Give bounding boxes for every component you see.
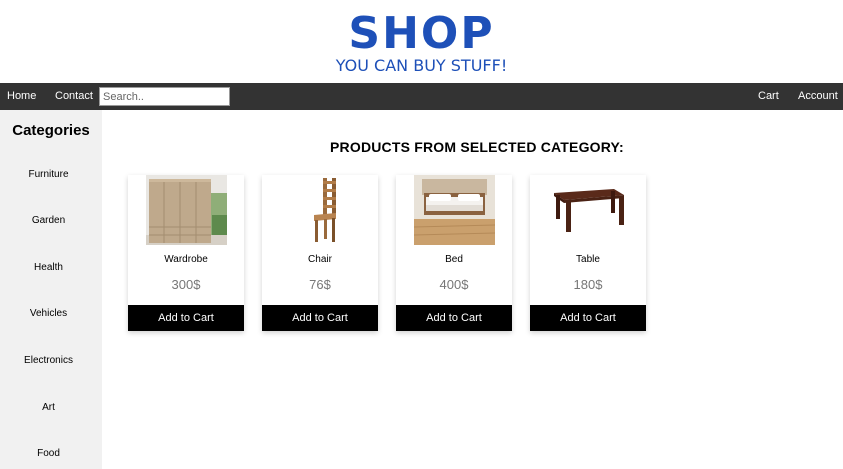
product-price: 400$ — [439, 277, 469, 292]
product-name: Wardrobe — [164, 254, 208, 265]
add-to-cart-button[interactable]: Add to Cart — [262, 305, 378, 331]
product-price: 300$ — [171, 277, 201, 292]
sidebar-title: Categories — [12, 122, 90, 139]
add-to-cart-button[interactable]: Add to Cart — [396, 305, 512, 331]
product-card: Bed 400$ Add to Cart — [396, 175, 512, 331]
sidebar-item-electronics[interactable]: Electronics — [0, 354, 97, 368]
category-sidebar: Categories Furniture Garden Health Vehic… — [0, 110, 102, 469]
sidebar-item-furniture[interactable]: Furniture — [0, 168, 97, 182]
navbar: Home Contact Cart Account — [0, 83, 843, 110]
logo-subtitle: YOU CAN BUY STUFF! — [335, 56, 508, 75]
sidebar-item-vehicles[interactable]: Vehicles — [0, 307, 97, 321]
product-name: Bed — [445, 254, 463, 265]
product-card: Wardrobe 300$ Add to Cart — [128, 175, 244, 331]
product-name: Table — [576, 254, 600, 265]
nav-account-link[interactable]: Account — [798, 83, 838, 110]
product-name: Chair — [308, 254, 332, 265]
sidebar-item-health[interactable]: Health — [0, 261, 97, 275]
bed-image — [414, 175, 495, 245]
add-to-cart-button[interactable]: Add to Cart — [530, 305, 646, 331]
nav-contact-link[interactable]: Contact — [55, 83, 93, 110]
products-heading: PRODUCTS FROM SELECTED CATEGORY: — [330, 139, 624, 155]
sidebar-item-garden[interactable]: Garden — [0, 214, 97, 228]
nav-cart-link[interactable]: Cart — [758, 83, 779, 110]
wardrobe-image — [146, 175, 227, 245]
logo-title[interactable]: SHOP — [0, 9, 843, 59]
add-to-cart-button[interactable]: Add to Cart — [128, 305, 244, 331]
site-header: SHOP YOU CAN BUY STUFF! — [0, 0, 843, 83]
table-image — [548, 175, 629, 245]
sidebar-item-food[interactable]: Food — [0, 447, 97, 461]
product-price: 76$ — [309, 277, 331, 292]
chair-image — [280, 175, 361, 245]
product-card: Chair 76$ Add to Cart — [262, 175, 378, 331]
product-price: 180$ — [573, 277, 603, 292]
sidebar-item-art[interactable]: Art — [0, 401, 97, 415]
search-input[interactable] — [99, 87, 230, 106]
product-card: Table 180$ Add to Cart — [530, 175, 646, 331]
nav-home-link[interactable]: Home — [7, 83, 36, 110]
